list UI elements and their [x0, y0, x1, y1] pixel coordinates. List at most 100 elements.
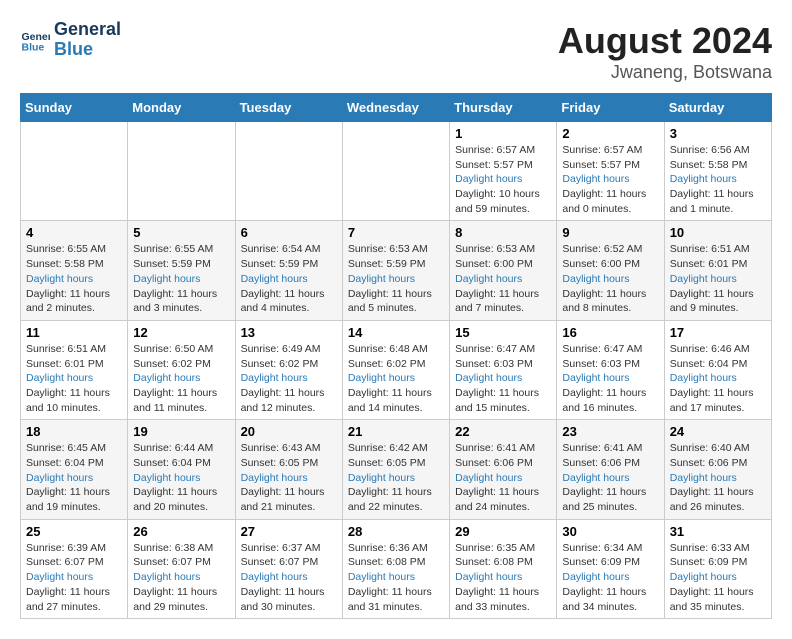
daylight-hours-link[interactable]: Daylight hours: [133, 272, 229, 287]
daylight-hours-link[interactable]: Daylight hours: [26, 371, 122, 386]
calendar-header-row: Sunday Monday Tuesday Wednesday Thursday…: [21, 94, 772, 122]
day-info: Sunrise: 6:36 AM Sunset: 6:08 PM Dayligh…: [348, 541, 444, 614]
calendar-cell: 17 Sunrise: 6:46 AM Sunset: 6:04 PM Dayli…: [664, 320, 771, 419]
daylight-hours-link[interactable]: Daylight hours: [241, 272, 337, 287]
calendar-cell: 2 Sunrise: 6:57 AM Sunset: 5:57 PM Daylig…: [557, 122, 664, 221]
daylight-hours-link[interactable]: Daylight hours: [562, 272, 658, 287]
day-info: Sunrise: 6:34 AM Sunset: 6:09 PM Dayligh…: [562, 541, 658, 614]
calendar-cell: 1Sunrise: 6:57 AM Sunset: 5:57 PM Daylig…: [450, 122, 557, 221]
calendar-cell: 27Sunrise: 6:37 AM Sunset: 6:07 PM Dayli…: [235, 519, 342, 618]
col-monday: Monday: [128, 94, 235, 122]
day-info: Sunrise: 6:57 AM Sunset: 5:57 PM Dayligh…: [562, 143, 658, 216]
daylight-hours-link[interactable]: Daylight hours: [133, 471, 229, 486]
day-number: 13: [241, 325, 337, 340]
daylight-hours-link[interactable]: Daylight hours: [670, 272, 766, 287]
calendar-cell: 31Sunrise: 6:33 AM Sunset: 6:09 PM Dayli…: [664, 519, 771, 618]
day-number: 19: [133, 424, 229, 439]
daylight-hours-link[interactable]: Daylight hours: [348, 471, 444, 486]
day-number: 10: [670, 225, 766, 240]
col-wednesday: Wednesday: [342, 94, 449, 122]
daylight-hours-link[interactable]: Daylight hours: [455, 172, 551, 187]
daylight-hours-link[interactable]: Daylight hours: [562, 371, 658, 386]
daylight-hours-link[interactable]: Daylight hours: [133, 570, 229, 585]
week-row-2: 4Sunrise: 6:55 AM Sunset: 5:58 PM Daylig…: [21, 221, 772, 320]
day-number: 5: [133, 225, 229, 240]
day-info: Sunrise: 6:57 AM Sunset: 5:57 PM Dayligh…: [455, 143, 551, 216]
daylight-hours-link[interactable]: Daylight hours: [241, 371, 337, 386]
day-number: 30: [562, 524, 658, 539]
day-info: Sunrise: 6:47 AM Sunset: 6:03 PM Dayligh…: [562, 342, 658, 415]
daylight-hours-link[interactable]: Daylight hours: [241, 570, 337, 585]
daylight-hours-link[interactable]: Daylight hours: [455, 570, 551, 585]
daylight-hours-link[interactable]: Daylight hours: [562, 471, 658, 486]
day-number: 17: [670, 325, 766, 340]
daylight-hours-link[interactable]: Daylight hours: [562, 570, 658, 585]
week-row-3: 11 Sunrise: 6:51 AM Sunset: 6:01 PM Dayli…: [21, 320, 772, 419]
day-number: 24: [670, 424, 766, 439]
daylight-hours-link[interactable]: Daylight hours: [670, 570, 766, 585]
day-info: Sunrise: 6:50 AM Sunset: 6:02 PM Dayligh…: [133, 342, 229, 415]
day-number: 9: [562, 225, 658, 240]
calendar-cell: 23Sunrise: 6:41 AM Sunset: 6:06 PM Dayli…: [557, 420, 664, 519]
daylight-hours-link[interactable]: Daylight hours: [26, 471, 122, 486]
page-title: August 2024: [558, 20, 772, 62]
daylight-hours-link[interactable]: Daylight hours: [455, 471, 551, 486]
day-info: Sunrise: 6:35 AM Sunset: 6:08 PM Dayligh…: [455, 541, 551, 614]
day-info: Sunrise: 6:44 AM Sunset: 6:04 PM Dayligh…: [133, 441, 229, 514]
day-number: 26: [133, 524, 229, 539]
logo[interactable]: General Blue General Blue: [20, 20, 121, 60]
daylight-hours-link[interactable]: Daylight hours: [670, 172, 766, 187]
calendar-cell: 6 Sunrise: 6:54 AM Sunset: 5:59 PM Daylig…: [235, 221, 342, 320]
day-info: Sunrise: 6:53 AM Sunset: 5:59 PM Dayligh…: [348, 242, 444, 315]
day-info: Sunrise: 6:51 AM Sunset: 6:01 PM Dayligh…: [26, 342, 122, 415]
col-friday: Friday: [557, 94, 664, 122]
day-number: 25: [26, 524, 122, 539]
calendar-cell: 4Sunrise: 6:55 AM Sunset: 5:58 PM Daylig…: [21, 221, 128, 320]
day-number: 18: [26, 424, 122, 439]
daylight-hours-link[interactable]: Daylight hours: [26, 272, 122, 287]
day-info: Sunrise: 6:46 AM Sunset: 6:04 PM Dayligh…: [670, 342, 766, 415]
calendar-cell: 26 Sunrise: 6:38 AM Sunset: 6:07 PM Dayli…: [128, 519, 235, 618]
calendar-cell: 22Sunrise: 6:41 AM Sunset: 6:06 PM Dayli…: [450, 420, 557, 519]
day-info: Sunrise: 6:41 AM Sunset: 6:06 PM Dayligh…: [562, 441, 658, 514]
calendar-cell: 29Sunrise: 6:35 AM Sunset: 6:08 PM Dayli…: [450, 519, 557, 618]
page-subtitle: Jwaneng, Botswana: [558, 62, 772, 83]
daylight-hours-link[interactable]: Daylight hours: [670, 371, 766, 386]
week-row-5: 25Sunrise: 6:39 AM Sunset: 6:07 PM Dayli…: [21, 519, 772, 618]
week-row-1: 1Sunrise: 6:57 AM Sunset: 5:57 PM Daylig…: [21, 122, 772, 221]
daylight-hours-link[interactable]: Daylight hours: [562, 172, 658, 187]
day-info: Sunrise: 6:51 AM Sunset: 6:01 PM Dayligh…: [670, 242, 766, 315]
day-number: 12: [133, 325, 229, 340]
daylight-hours-link[interactable]: Daylight hours: [455, 371, 551, 386]
calendar-cell: 7Sunrise: 6:53 AM Sunset: 5:59 PM Daylig…: [342, 221, 449, 320]
daylight-hours-link[interactable]: Daylight hours: [241, 471, 337, 486]
calendar-cell: 11 Sunrise: 6:51 AM Sunset: 6:01 PM Dayli…: [21, 320, 128, 419]
day-info: Sunrise: 6:38 AM Sunset: 6:07 PM Dayligh…: [133, 541, 229, 614]
day-number: 21: [348, 424, 444, 439]
day-number: 2: [562, 126, 658, 141]
daylight-hours-link[interactable]: Daylight hours: [348, 371, 444, 386]
day-number: 8: [455, 225, 551, 240]
calendar-cell: [235, 122, 342, 221]
page-header: General Blue General Blue August 2024 Jw…: [20, 20, 772, 83]
col-tuesday: Tuesday: [235, 94, 342, 122]
daylight-hours-link[interactable]: Daylight hours: [26, 570, 122, 585]
calendar-cell: 25Sunrise: 6:39 AM Sunset: 6:07 PM Dayli…: [21, 519, 128, 618]
day-info: Sunrise: 6:55 AM Sunset: 5:59 PM Dayligh…: [133, 242, 229, 315]
daylight-hours-link[interactable]: Daylight hours: [455, 272, 551, 287]
calendar-cell: 8 Sunrise: 6:53 AM Sunset: 6:00 PM Daylig…: [450, 221, 557, 320]
calendar-cell: 16Sunrise: 6:47 AM Sunset: 6:03 PM Dayli…: [557, 320, 664, 419]
daylight-hours-link[interactable]: Daylight hours: [348, 272, 444, 287]
day-number: 6: [241, 225, 337, 240]
daylight-hours-link[interactable]: Daylight hours: [133, 371, 229, 386]
day-info: Sunrise: 6:53 AM Sunset: 6:00 PM Dayligh…: [455, 242, 551, 315]
day-number: 22: [455, 424, 551, 439]
daylight-hours-link[interactable]: Daylight hours: [670, 471, 766, 486]
day-number: 27: [241, 524, 337, 539]
day-info: Sunrise: 6:43 AM Sunset: 6:05 PM Dayligh…: [241, 441, 337, 514]
day-info: Sunrise: 6:54 AM Sunset: 5:59 PM Dayligh…: [241, 242, 337, 315]
day-number: 11: [26, 325, 122, 340]
day-info: Sunrise: 6:56 AM Sunset: 5:58 PM Dayligh…: [670, 143, 766, 216]
daylight-hours-link[interactable]: Daylight hours: [348, 570, 444, 585]
calendar-cell: [342, 122, 449, 221]
